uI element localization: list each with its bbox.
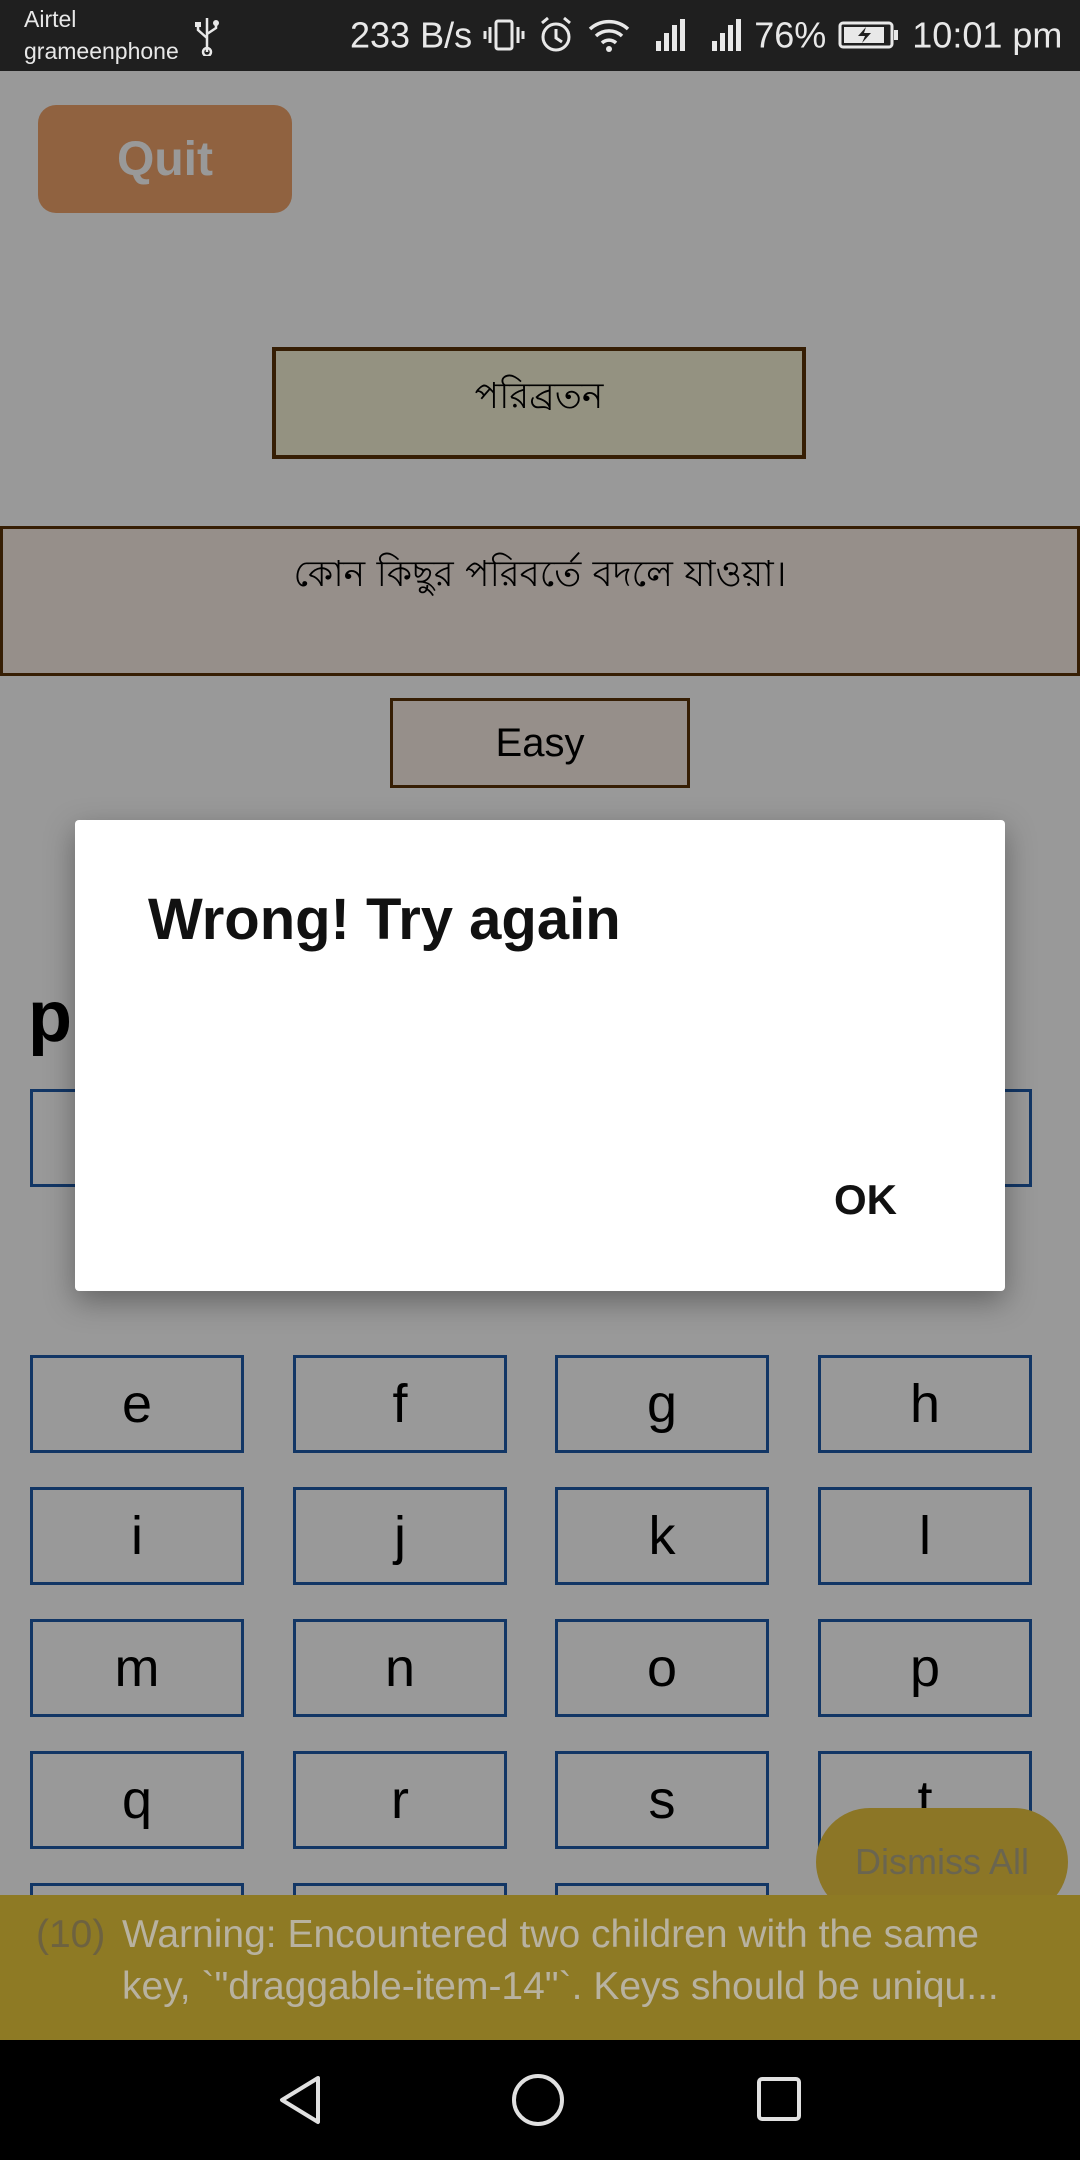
signal-icon: [712, 19, 742, 52]
recents-icon[interactable]: [756, 2076, 802, 2122]
status-right-group: 233 B/s 76% 10:01 pm: [350, 12, 1062, 56]
alarm-icon: [541, 17, 572, 52]
status-bar: Airtel grameenphone 233 B/s 76% 10:01 pm: [0, 0, 1080, 71]
navigation-bar: [0, 2040, 1080, 2160]
wifi-icon: [588, 20, 630, 53]
warning-message: Warning: Encountered two children with t…: [122, 1913, 999, 2008]
back-icon[interactable]: [276, 2074, 326, 2126]
home-icon[interactable]: [510, 2072, 566, 2128]
warning-count: (10): [36, 1913, 106, 1956]
dialog-title: Wrong! Try again: [148, 887, 621, 952]
carrier-name-2: grameenphone: [24, 38, 179, 64]
signal-icon: [656, 19, 686, 52]
vibrate-icon: [483, 19, 525, 51]
alert-dialog: Wrong! Try again OK: [75, 820, 1005, 1291]
warning-banner[interactable]: (10) Warning: Encountered two children w…: [0, 1895, 1080, 2040]
battery-percent: 76%: [754, 14, 827, 56]
clock: 10:01 pm: [912, 14, 1063, 56]
usb-icon: [195, 18, 219, 56]
ok-button[interactable]: OK: [824, 1176, 907, 1224]
carrier-name-1: Airtel: [24, 6, 77, 32]
battery-charging-icon: [838, 21, 899, 49]
network-speed: 233 B/s: [350, 14, 473, 56]
